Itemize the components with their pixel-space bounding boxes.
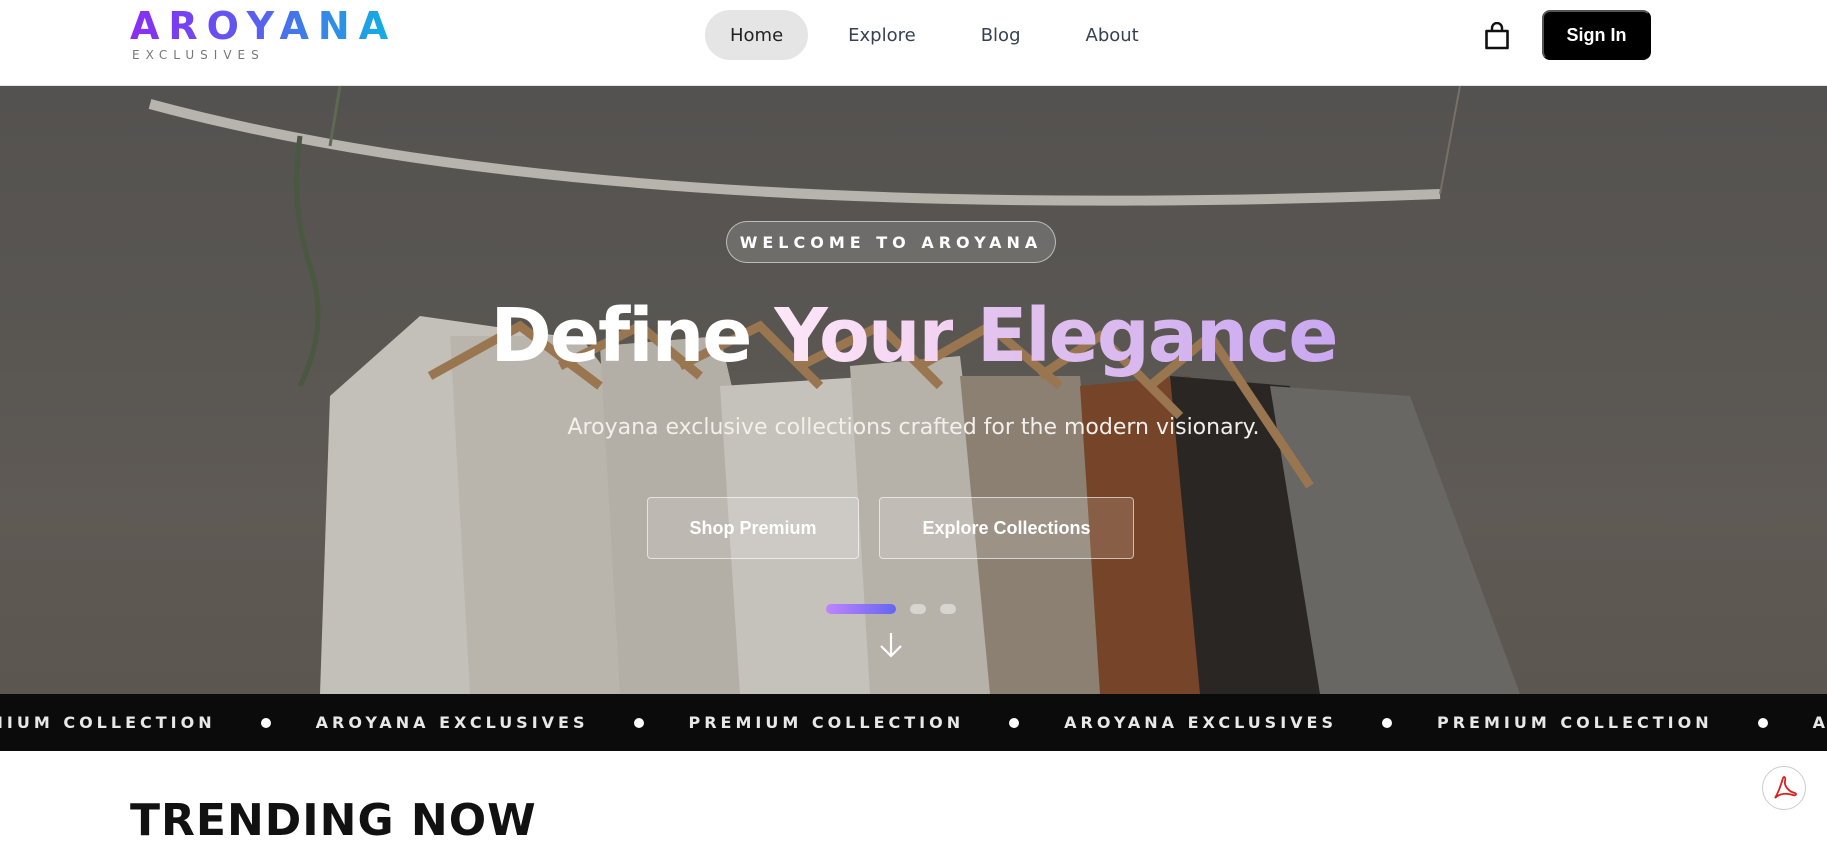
- hero-overlay: [0, 86, 1827, 694]
- marquee-item: PREMIUM COLLECTION: [688, 713, 965, 732]
- slide-dot-1[interactable]: [826, 604, 896, 614]
- marquee-item: PREMIUM COLLECTION: [1437, 713, 1713, 732]
- acrobat-pdf-icon[interactable]: [1762, 766, 1806, 810]
- marquee-item: PREMIUM COLLECTION: [0, 713, 216, 732]
- sign-in-button[interactable]: Sign In: [1542, 10, 1651, 60]
- nav-about[interactable]: About: [1061, 10, 1164, 60]
- slide-indicators: [826, 604, 970, 614]
- marquee-item: AROYANA EXCLUSIVES: [1812, 713, 1827, 732]
- brand-marquee: PREMIUM COLLECTION AROYANA EXCLUSIVES PR…: [0, 694, 1827, 751]
- marquee-separator: [1009, 717, 1020, 728]
- section-title: TRENDING NOW: [130, 795, 537, 846]
- hero-subtitle: Aroyana exclusive collections crafted fo…: [567, 415, 1260, 440]
- welcome-badge: WELCOME TO AROYANA: [726, 221, 1056, 263]
- hero-section: WELCOME TO AROYANA Define Your Elegance …: [0, 86, 1827, 694]
- explore-collections-button[interactable]: Explore Collections: [879, 497, 1134, 559]
- headline-word-1: Define: [490, 293, 752, 379]
- nav-explore[interactable]: Explore: [823, 10, 941, 60]
- site-header: AROYANA EXCLUSIVES Home Explore Blog Abo…: [0, 0, 1827, 86]
- marquee-separator: [633, 717, 644, 728]
- headline-word-3: Elegance: [976, 293, 1339, 379]
- slide-dot-2[interactable]: [910, 604, 926, 614]
- slide-dot-3[interactable]: [940, 604, 956, 614]
- marquee-item: AROYANA EXCLUSIVES: [1064, 713, 1337, 732]
- headline-word-2: Your: [774, 293, 955, 379]
- marquee-item: AROYANA EXCLUSIVES: [315, 713, 589, 732]
- hero-headline: Define Your Elegance: [0, 291, 1827, 381]
- brand-logo[interactable]: AROYANA EXCLUSIVES: [130, 6, 397, 62]
- logo-wordmark: AROYANA: [130, 4, 398, 48]
- shopping-bag-icon[interactable]: [1484, 21, 1510, 50]
- marquee-separator: [1757, 717, 1768, 728]
- main-nav: Home Explore Blog About: [705, 10, 1179, 60]
- nav-home[interactable]: Home: [705, 10, 809, 60]
- logo-tagline: EXCLUSIVES: [132, 48, 265, 62]
- shop-premium-button[interactable]: Shop Premium: [647, 497, 859, 559]
- marquee-separator: [260, 717, 271, 728]
- marquee-track: PREMIUM COLLECTION AROYANA EXCLUSIVES PR…: [0, 694, 1827, 751]
- nav-blog[interactable]: Blog: [956, 10, 1046, 60]
- arrow-down-icon[interactable]: [877, 630, 905, 660]
- marquee-separator: [1382, 717, 1392, 728]
